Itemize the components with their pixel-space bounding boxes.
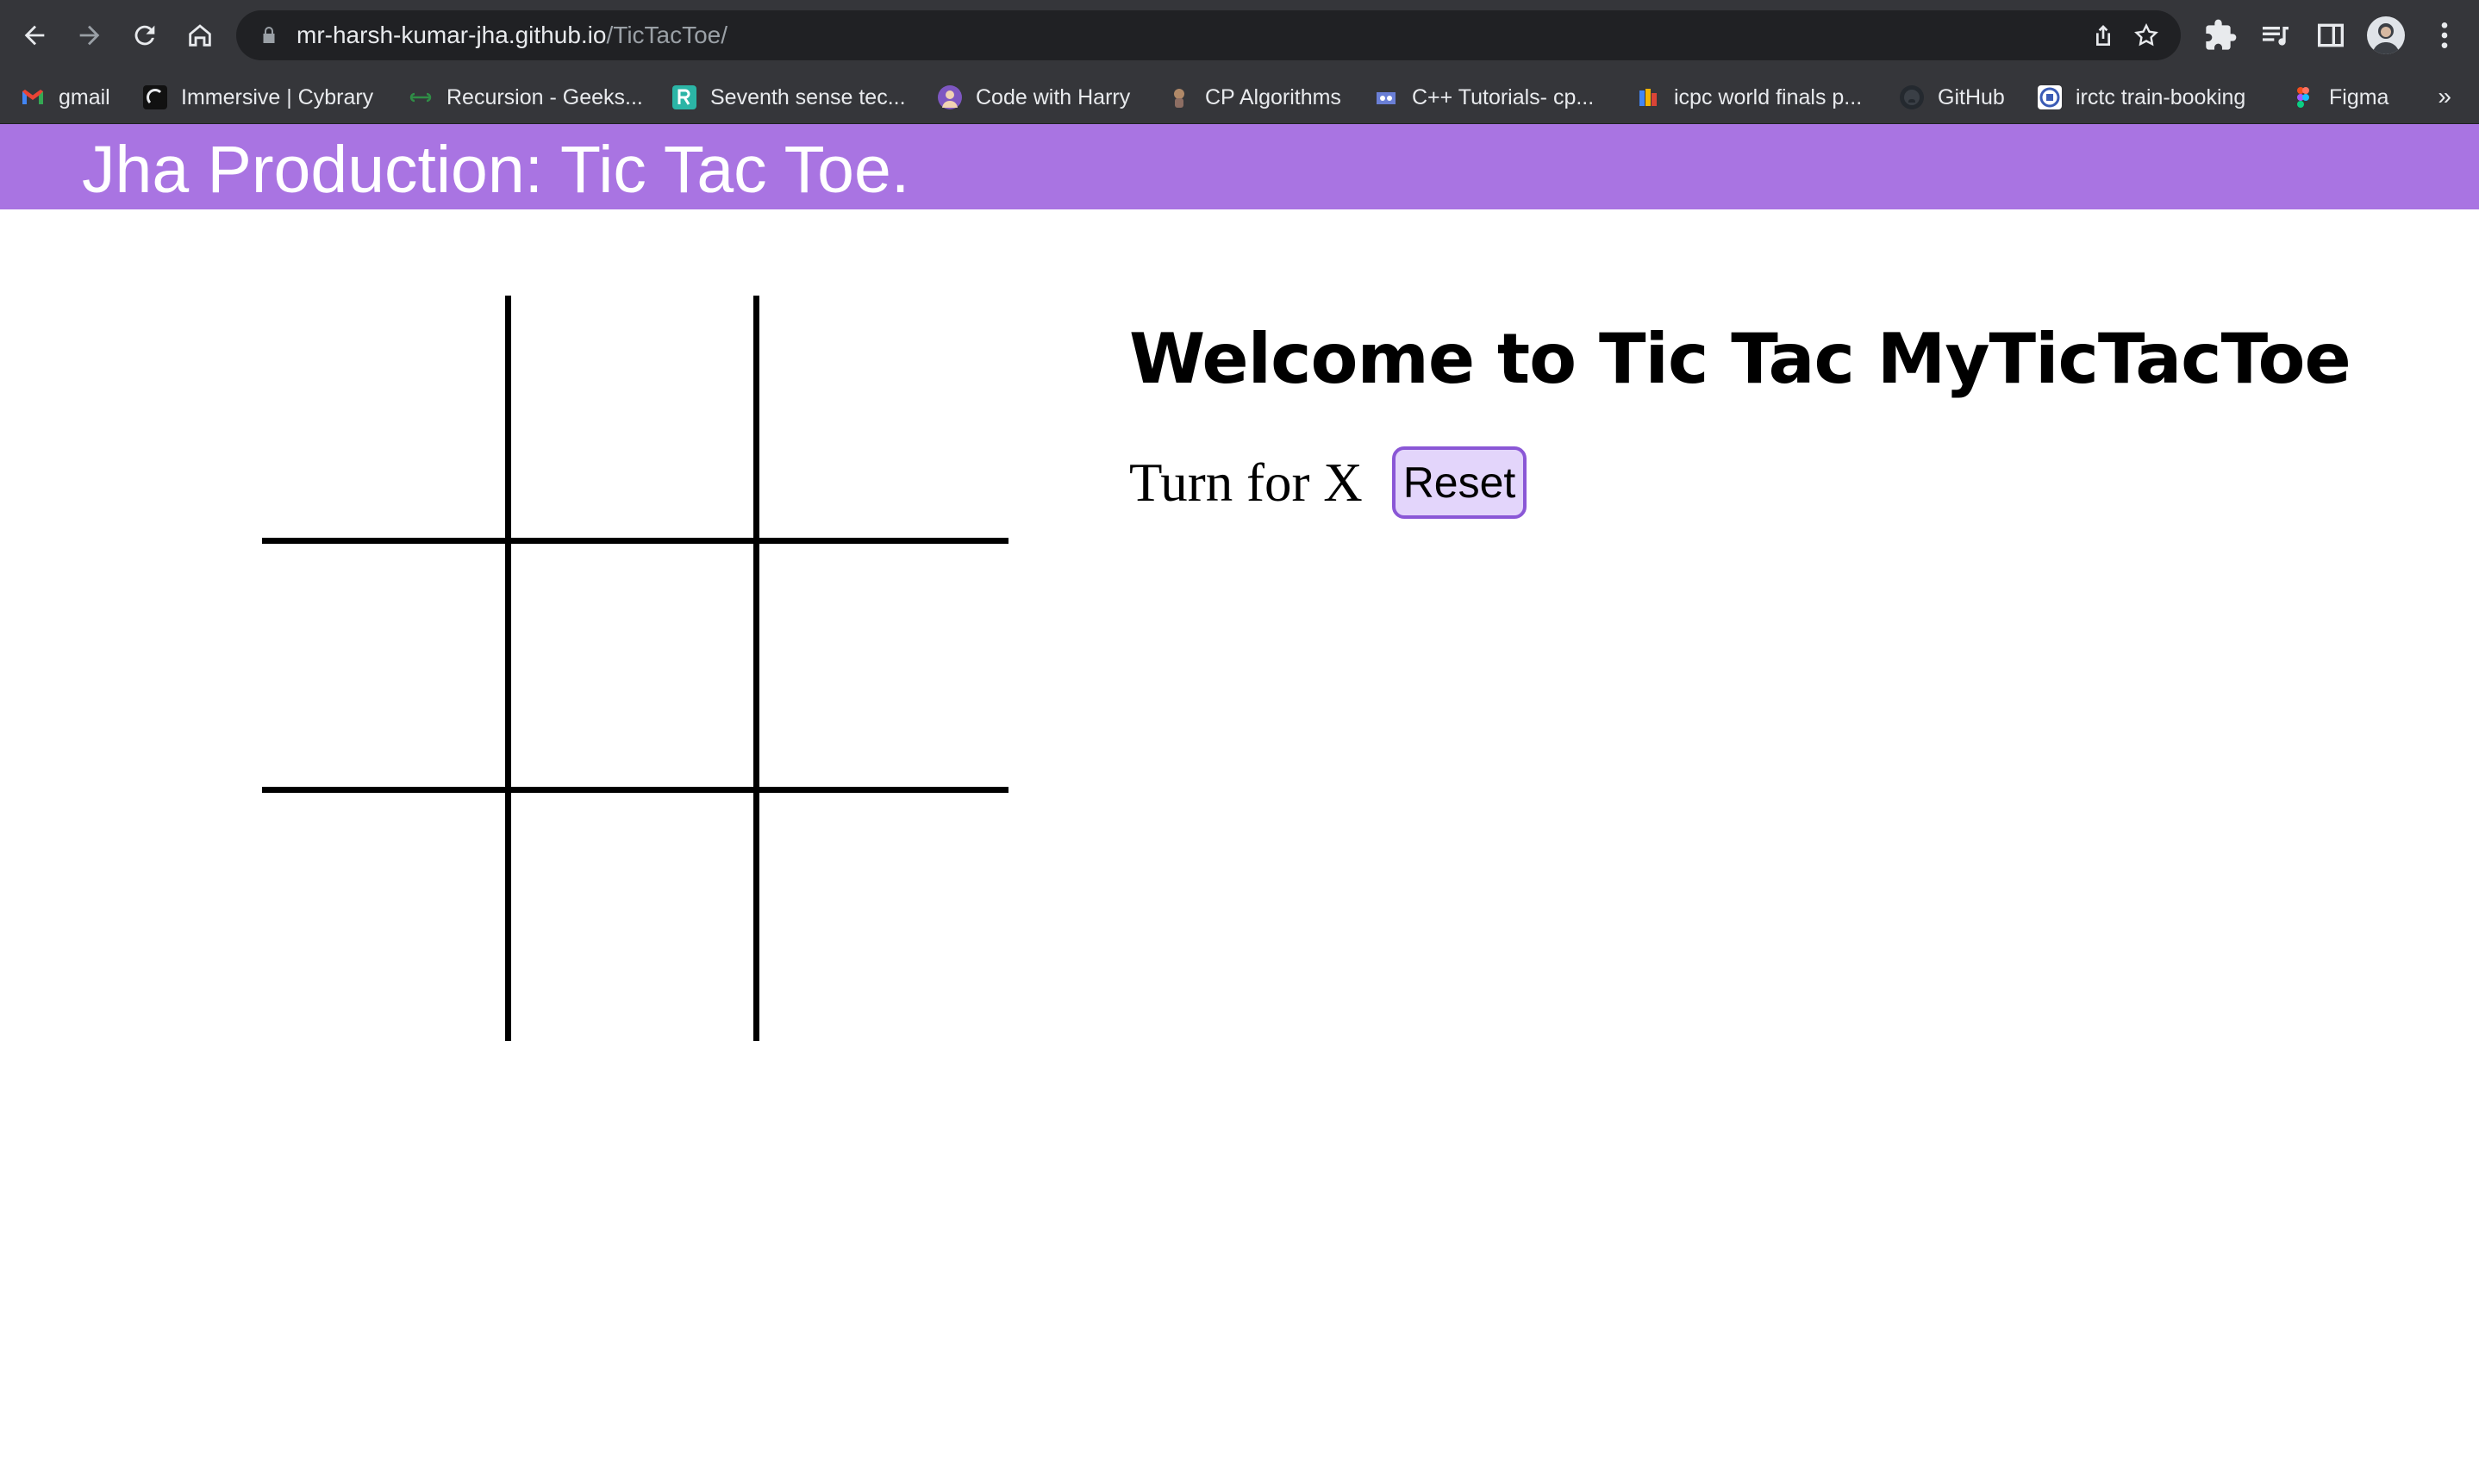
bookmark-label: Code with Harry bbox=[976, 84, 1131, 109]
cpp-icon bbox=[1374, 85, 1398, 109]
bookmark-irctc[interactable]: irctc train-booking bbox=[2038, 83, 2245, 112]
turn-indicator: Turn for X bbox=[1129, 452, 1363, 513]
profile-avatar-icon[interactable] bbox=[2367, 16, 2405, 54]
seventh-sense-icon bbox=[672, 85, 696, 109]
welcome-heading: Welcome to Tic Tac MyTicTacToe bbox=[1129, 319, 2351, 399]
reload-icon[interactable] bbox=[124, 15, 165, 56]
bookmark-label: C++ Tutorials- cp... bbox=[1412, 84, 1595, 109]
bookmark-label: Immersive | Cybrary bbox=[181, 84, 374, 109]
gmail-icon bbox=[21, 85, 45, 109]
bookmark-label: icpc world finals p... bbox=[1674, 84, 1863, 109]
game-info-panel: Welcome to Tic Tac MyTicTacToe Turn for … bbox=[1129, 319, 2351, 519]
bookmark-label: irctc train-booking bbox=[2076, 84, 2246, 109]
bookmark-label: Recursion - Geeks... bbox=[446, 84, 643, 109]
bookmark-cpp-tutorials[interactable]: C++ Tutorials- cp... bbox=[1374, 83, 1594, 112]
url-host: mr-harsh-kumar-jha.github.io bbox=[297, 22, 607, 48]
bookmark-star-icon[interactable] bbox=[2132, 22, 2160, 49]
site-title: Jha Production: Tic Tac Toe. bbox=[82, 133, 910, 207]
bookmark-figma[interactable]: Figma bbox=[2291, 83, 2388, 112]
board-cell[interactable] bbox=[510, 296, 760, 545]
bookmarks-overflow-chevron-icon[interactable]: » bbox=[2438, 83, 2451, 110]
bookmark-label: GitHub bbox=[1938, 84, 2005, 109]
bookmark-label: Figma bbox=[2329, 84, 2389, 109]
board-cell[interactable] bbox=[759, 544, 1008, 793]
bookmark-icpc-world-finals[interactable]: icpc world finals p... bbox=[1636, 83, 1862, 112]
geeksforgeeks-icon bbox=[409, 85, 433, 109]
bookmark-label: gmail bbox=[59, 84, 110, 109]
board-cell[interactable] bbox=[759, 793, 1008, 1041]
board-cell[interactable] bbox=[262, 792, 511, 1041]
codewithharry-icon bbox=[938, 85, 962, 109]
google-docs-icon bbox=[1636, 85, 1660, 109]
url-path: /TicTacToe/ bbox=[606, 22, 728, 48]
bookmark-cybrary[interactable]: Immersive | Cybrary bbox=[143, 83, 373, 112]
figma-icon bbox=[2291, 85, 2315, 109]
extensions-puzzle-icon[interactable] bbox=[2203, 18, 2238, 53]
board-cell[interactable] bbox=[511, 792, 760, 1041]
side-panel-icon[interactable] bbox=[2314, 18, 2348, 53]
back-arrow-icon[interactable] bbox=[14, 15, 55, 56]
board-cell[interactable] bbox=[262, 296, 511, 545]
bookmark-label: Seventh sense tec... bbox=[710, 84, 906, 109]
bookmark-cp-algorithms[interactable]: CP Algorithms bbox=[1167, 83, 1341, 112]
board-cell[interactable] bbox=[510, 544, 760, 793]
bookmark-github[interactable]: GitHub bbox=[1900, 83, 2005, 112]
github-icon bbox=[1900, 85, 1924, 109]
cp-algorithms-icon bbox=[1167, 85, 1191, 109]
board-cell[interactable] bbox=[262, 544, 511, 793]
bookmark-seventh-sense[interactable]: Seventh sense tec... bbox=[672, 83, 906, 112]
bookmark-code-with-harry[interactable]: Code with Harry bbox=[938, 83, 1130, 112]
board-cell[interactable] bbox=[759, 296, 1008, 545]
url-text[interactable]: mr-harsh-kumar-jha.github.io/TicTacToe/ bbox=[297, 22, 727, 49]
chrome-menu-icon[interactable] bbox=[2427, 18, 2462, 53]
reset-button[interactable]: Reset bbox=[1392, 446, 1527, 519]
bookmark-label: CP Algorithms bbox=[1205, 84, 1341, 109]
bookmark-gmail[interactable]: gmail bbox=[21, 83, 110, 112]
irctc-icon bbox=[2038, 85, 2062, 109]
turn-row: Turn for X Reset bbox=[1129, 446, 1527, 519]
browser-toolbar: mr-harsh-kumar-jha.github.io/TicTacToe/ bbox=[0, 0, 2479, 71]
cybrary-icon bbox=[143, 85, 167, 109]
forward-arrow-icon[interactable] bbox=[69, 15, 110, 56]
site-header: Jha Production: Tic Tac Toe. bbox=[0, 124, 2479, 209]
share-icon[interactable] bbox=[2089, 22, 2117, 49]
lock-icon[interactable] bbox=[259, 25, 279, 46]
home-icon[interactable] bbox=[179, 15, 221, 56]
bookmarks-bar: gmail Immersive | Cybrary Recursion - Ge… bbox=[0, 71, 2479, 124]
bookmark-geeksforgeeks[interactable]: Recursion - Geeks... bbox=[409, 83, 643, 112]
media-playlist-icon[interactable] bbox=[2258, 18, 2293, 53]
address-bar[interactable]: mr-harsh-kumar-jha.github.io/TicTacToe/ bbox=[236, 10, 2181, 60]
tic-tac-toe-board bbox=[262, 296, 1008, 1041]
